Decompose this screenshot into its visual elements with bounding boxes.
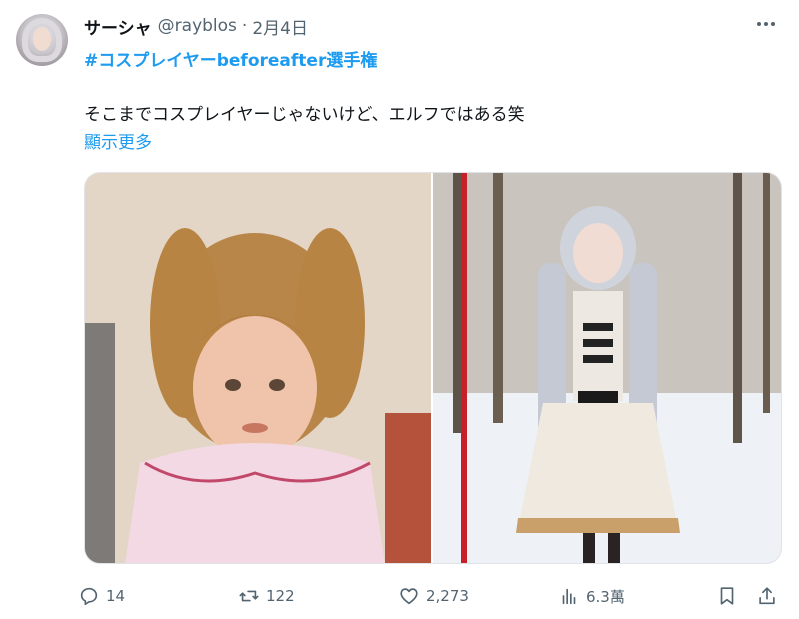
- after-photo-illustration: [433, 173, 781, 563]
- reply-count: 14: [106, 587, 126, 605]
- author-avatar[interactable]: [16, 14, 68, 66]
- before-photo-illustration: [85, 173, 431, 563]
- share-icon[interactable]: [754, 583, 780, 609]
- views-icon: [562, 588, 576, 605]
- views-button[interactable]: 6.3萬: [558, 585, 625, 607]
- like-icon: [400, 588, 418, 605]
- tweet-header: サーシャ @rayblos · 2月4日: [84, 14, 308, 39]
- meta-separator: ·: [241, 16, 248, 36]
- tweet-date[interactable]: 2月4日: [252, 14, 308, 39]
- tweet-text: そこまでコスプレイヤーじゃないけど、エルフではある笑: [84, 105, 525, 125]
- avatar-face: [33, 27, 51, 51]
- repost-count: 122: [266, 587, 295, 605]
- like-count: 2,273: [426, 587, 469, 605]
- reply-button[interactable]: 14: [78, 585, 125, 607]
- author-handle[interactable]: @rayblos: [158, 16, 237, 36]
- media-grid: [84, 172, 782, 564]
- repost-button[interactable]: 122: [238, 585, 295, 607]
- hashtag-link[interactable]: #コスプレイヤーbeforeafter選手権: [84, 46, 377, 71]
- reply-icon: [80, 587, 98, 606]
- repost-icon: [239, 590, 259, 602]
- show-more-link[interactable]: 顯示更多: [84, 128, 152, 153]
- media-image-after[interactable]: [433, 173, 781, 563]
- more-icon[interactable]: [751, 12, 781, 36]
- bookmark-icon[interactable]: [714, 583, 740, 609]
- media-image-before[interactable]: [85, 173, 431, 563]
- action-bar: 14 122 2,273 6.3萬: [78, 580, 784, 612]
- author-display-name[interactable]: サーシャ: [84, 14, 152, 39]
- views-count: 6.3萬: [586, 587, 625, 606]
- like-button[interactable]: 2,273: [398, 585, 469, 607]
